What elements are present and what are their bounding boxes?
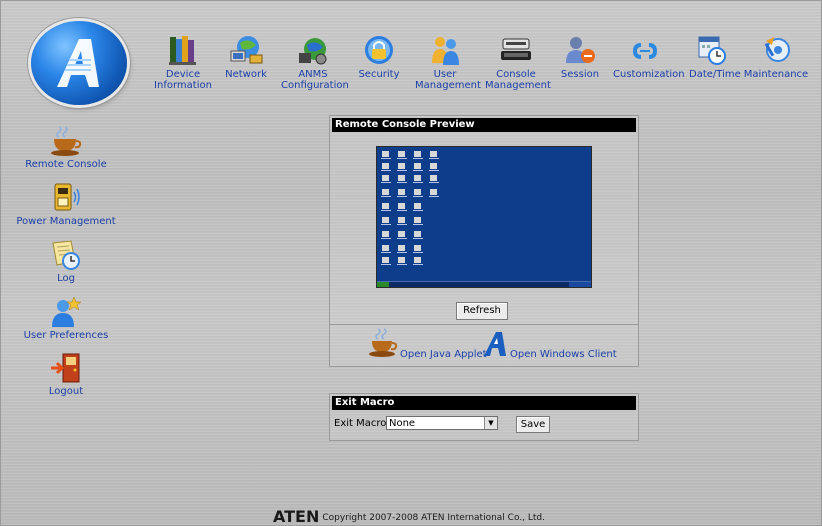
exit-macro-select[interactable]: None ▼ (386, 416, 498, 430)
lock-icon (365, 36, 393, 64)
log-clock-icon (52, 240, 80, 270)
aten-brand-logo: ATEN (273, 507, 320, 526)
nav-label: Network (225, 69, 267, 80)
nav-label: Session (560, 69, 600, 80)
sidebar-item-power-management[interactable]: Power Management (1, 182, 131, 227)
coffee-cup-icon (51, 126, 82, 156)
exit-macro-panel: Exit Macro Exit Macro: None ▼ Save (329, 393, 639, 441)
calendar-clock-icon (698, 36, 726, 65)
open-java-applet-link[interactable]: Open Java Applet (400, 349, 487, 360)
network-icon (230, 36, 263, 64)
sidebar-item-log[interactable]: Log (1, 239, 131, 284)
power-device-icon (54, 183, 80, 211)
nav-device-information[interactable]: Device Information (153, 33, 213, 91)
nav-label: User Management (415, 69, 481, 91)
java-coffee-icon[interactable] (368, 328, 400, 358)
exit-macro-value: None (389, 418, 416, 429)
nav-date-time[interactable]: Date/Time (689, 33, 741, 80)
sidebar-item-label: Power Management (16, 216, 116, 227)
exit-macro-label: Exit Macro: (334, 418, 390, 429)
sidebar-item-logout[interactable]: Logout (1, 352, 131, 397)
sidebar-item-label: Log (57, 273, 75, 284)
app-window: Device Information Network ANMS Configur… (0, 0, 822, 526)
maintenance-icon (764, 37, 790, 62)
user-star-icon (52, 296, 82, 327)
anms-icon (299, 38, 327, 65)
footer: ATEN Copyright 2007-2008 ATEN Internation… (273, 507, 545, 526)
remote-console-preview-panel: Remote Console Preview Refresh Open Java… (329, 115, 639, 367)
sidebar-item-remote-console[interactable]: Remote Console (1, 125, 131, 170)
sidebar-item-user-preferences[interactable]: User Preferences (1, 296, 131, 341)
nav-session[interactable]: Session (559, 33, 601, 80)
session-icon (566, 37, 595, 63)
open-windows-client-link[interactable]: Open Windows Client (510, 349, 617, 360)
users-icon (432, 37, 459, 65)
aten-a-icon[interactable] (482, 330, 512, 358)
exit-door-icon (51, 353, 80, 383)
kvm-console-icon (501, 38, 531, 60)
nav-label: Device Information (154, 69, 212, 91)
nav-label: ANMS Configuration (281, 69, 349, 91)
books-icon (169, 36, 196, 65)
panel-title: Exit Macro (332, 396, 636, 410)
nav-label: Security (358, 69, 400, 80)
nav-label: Console Management (485, 69, 551, 91)
nav-anms-configuration[interactable]: ANMS Configuration (281, 33, 349, 91)
nav-console-management[interactable]: Console Management (485, 33, 551, 91)
refresh-button[interactable]: Refresh (456, 302, 508, 320)
panel-title: Remote Console Preview (332, 118, 636, 132)
nav-label: Maintenance (743, 69, 809, 80)
sidebar-item-label: Remote Console (25, 159, 107, 170)
nav-maintenance[interactable]: Maintenance (739, 33, 813, 80)
nav-security[interactable]: Security (357, 33, 401, 80)
remote-desktop-preview[interactable] (376, 146, 592, 288)
sidebar-item-label: Logout (48, 386, 84, 397)
nav-customization[interactable]: Customization (613, 33, 685, 80)
chevron-down-icon[interactable]: ▼ (484, 417, 497, 429)
sidebar-item-label: User Preferences (23, 330, 109, 341)
nav-user-management[interactable]: User Management (415, 33, 481, 91)
customization-icon (633, 43, 657, 59)
aten-logo (31, 21, 127, 105)
copyright-text: Copyright 2007-2008 ATEN International C… (322, 513, 545, 523)
nav-network[interactable]: Network (223, 33, 269, 80)
nav-label: Date/Time (689, 69, 741, 80)
nav-label: Customization (613, 69, 685, 80)
save-button[interactable]: Save (516, 416, 550, 433)
